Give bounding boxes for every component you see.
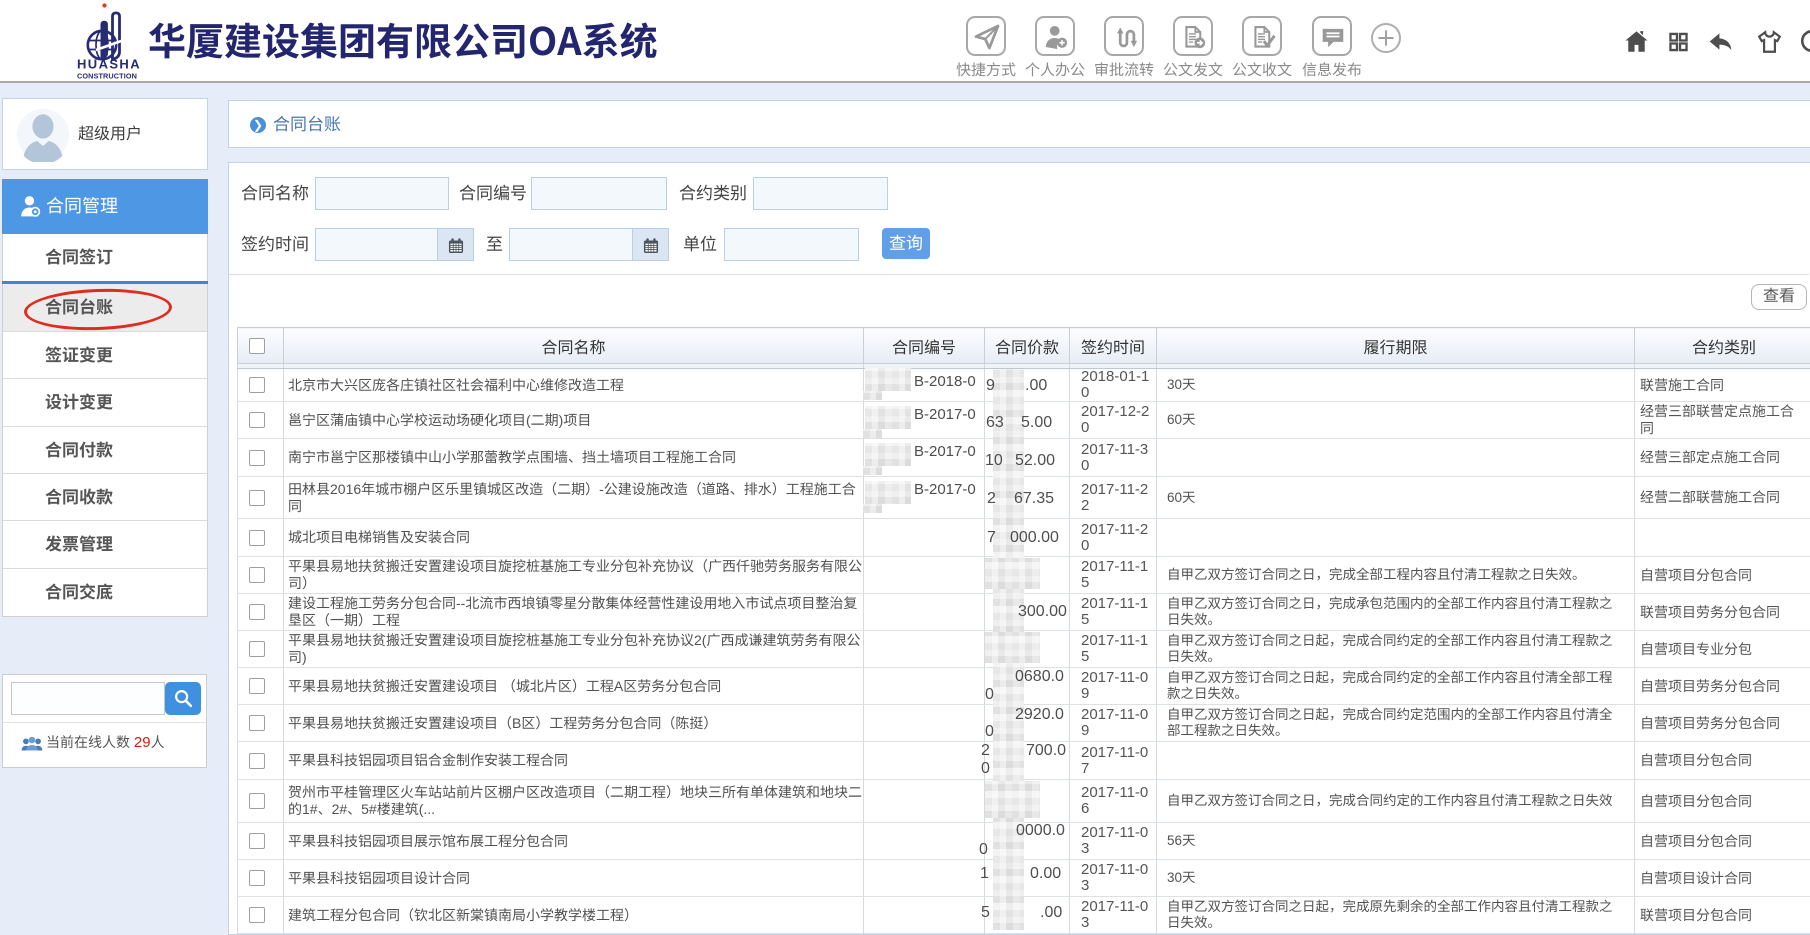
svg-text:CONSTRUCTION: CONSTRUCTION [77, 72, 137, 81]
svg-text:HUASHA: HUASHA [77, 57, 141, 72]
